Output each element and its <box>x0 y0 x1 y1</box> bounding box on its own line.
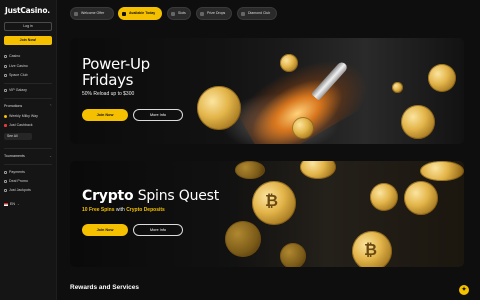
sidebar-item-label: Payments <box>9 170 25 174</box>
coin-art <box>404 181 438 215</box>
subtitle-highlight: 10 Free Spins <box>82 207 115 213</box>
section-label: Promotions <box>4 104 23 108</box>
more-info-button[interactable]: More Info <box>133 224 183 236</box>
diamond-icon <box>241 11 245 16</box>
pill-welcome-offer[interactable]: Welcome Offer <box>70 7 114 20</box>
sidebar-item-label: Just Jackpots <box>9 188 31 192</box>
pill-diamond-club[interactable]: Diamond Club <box>237 7 277 20</box>
pill-label: Welcome Offer <box>81 11 105 15</box>
cashback-icon <box>4 123 7 127</box>
sidebar-item-label: Just Cashback <box>9 123 33 127</box>
subtitle-highlight: Crypto Deposits <box>126 207 165 213</box>
coin-art <box>300 161 336 179</box>
join-now-button[interactable]: Join Now <box>82 109 128 121</box>
pill-label: Diamond Club <box>248 11 271 15</box>
coin-art <box>280 243 306 267</box>
banner-subtitle: 10 Free Spins with Crypto Deposits <box>82 207 165 213</box>
pill-label: Available Today <box>129 11 156 15</box>
coin-art <box>428 64 456 92</box>
sidebar: JustCasino. Log in Join Now! Casino Live… <box>0 0 57 300</box>
divider <box>4 164 52 165</box>
divider <box>4 98 52 99</box>
sidebar-item-just-jackpots[interactable]: Just Jackpots <box>4 188 31 192</box>
coin-art <box>420 161 464 181</box>
join-now-button[interactable]: Join Now! <box>4 36 52 45</box>
space-club-icon <box>4 73 7 77</box>
deal-icon <box>4 179 7 183</box>
vip-icon <box>4 88 7 92</box>
login-button[interactable]: Log in <box>4 22 52 31</box>
banner-subtitle: 50% Reload up to $300 <box>82 91 135 97</box>
section-label: Tournaments <box>4 154 25 158</box>
sidebar-item-space-club[interactable]: Space Club <box>4 73 28 77</box>
payments-icon <box>4 170 7 174</box>
coin-art <box>392 82 403 93</box>
banner-title: Crypto Spins Quest <box>82 188 219 204</box>
chevron-down-icon: ⌄ <box>17 202 21 206</box>
bitcoin-coin-art: ₿ <box>352 231 392 267</box>
pill-label: Slots <box>178 11 186 15</box>
coin-art <box>280 54 298 72</box>
jackpot-icon <box>4 188 7 192</box>
subtitle-text: with <box>114 207 127 213</box>
sidebar-item-casino[interactable]: Casino <box>4 54 20 58</box>
pill-label: Prize Drops <box>207 11 226 15</box>
bitcoin-icon: ₿ <box>265 191 279 210</box>
sidebar-item-deal-promo[interactable]: Deal Promo <box>4 179 28 183</box>
pill-slots[interactable]: Slots <box>167 7 191 20</box>
pill-available-today[interactable]: Available Today <box>118 7 162 20</box>
promotions-section[interactable]: Promotions ⌃ <box>4 104 52 108</box>
pill-prize-drops[interactable]: Prize Drops <box>196 7 232 20</box>
promo-banner-crypto-spins-quest[interactable]: ₿ ₿ Crypto Spins Quest 10 Free Spins wit… <box>70 161 464 267</box>
divider <box>4 148 52 149</box>
tournaments-section[interactable]: Tournaments ⌄ <box>4 154 52 158</box>
bitcoin-icon: ₿ <box>364 240 378 259</box>
banner-title-line: Fridays <box>82 71 134 89</box>
sidebar-item-vip[interactable]: VIP Galaxy <box>4 88 27 92</box>
calendar-icon <box>122 11 126 16</box>
see-all-button[interactable]: See All <box>4 133 32 140</box>
sidebar-item-live-casino[interactable]: Live Casino <box>4 64 28 68</box>
divider <box>4 83 52 84</box>
coin-art <box>292 117 314 139</box>
sidebar-item-label: Live Casino <box>9 64 28 68</box>
gift-icon <box>74 11 78 16</box>
banner-title-bold: Crypto <box>82 188 134 204</box>
more-info-button[interactable]: More Info <box>133 109 183 121</box>
sidebar-item-label: Space Club <box>9 73 28 77</box>
chevron-down-icon: ⌄ <box>49 154 52 158</box>
sidebar-item-just-cashback[interactable]: Just Cashback <box>4 123 33 127</box>
promo-banner-power-up-fridays[interactable]: Power-Up Fridays 50% Reload up to $300 Jo… <box>70 38 464 144</box>
bitcoin-coin-art: ₿ <box>252 181 296 225</box>
join-now-button[interactable]: Join Now <box>82 224 128 236</box>
logo[interactable]: JustCasino. <box>5 6 50 15</box>
chevron-up-icon: ⌃ <box>49 104 52 108</box>
slots-icon <box>171 11 175 16</box>
sidebar-item-weekly-milky-way[interactable]: Weekly Milky Way <box>4 114 38 118</box>
section-title: Rewards and Services <box>70 284 140 291</box>
live-casino-icon <box>4 64 7 68</box>
coin-art <box>235 161 265 179</box>
banner-title-rest: Spins Quest <box>133 188 220 204</box>
flag-icon <box>4 202 8 206</box>
coin-art <box>197 86 241 130</box>
prize-icon <box>200 11 204 16</box>
chat-icon: ✦ <box>461 287 467 293</box>
sidebar-item-label: Deal Promo <box>9 179 28 183</box>
chat-support-button[interactable]: ✦ <box>459 285 469 295</box>
sidebar-item-label: Casino <box>9 54 21 58</box>
coin-art <box>401 105 435 139</box>
banner-title: Power-Up Fridays <box>82 56 150 88</box>
casino-icon <box>4 54 7 58</box>
coin-icon <box>4 114 7 118</box>
sidebar-item-label: Weekly Milky Way <box>9 114 38 118</box>
coin-art <box>225 221 261 257</box>
language-selector[interactable]: EN ⌄ <box>4 202 20 206</box>
sidebar-item-label: VIP Galaxy <box>9 88 27 92</box>
language-label: EN <box>10 202 15 206</box>
coin-art <box>370 183 398 211</box>
sidebar-item-payments[interactable]: Payments <box>4 170 25 174</box>
